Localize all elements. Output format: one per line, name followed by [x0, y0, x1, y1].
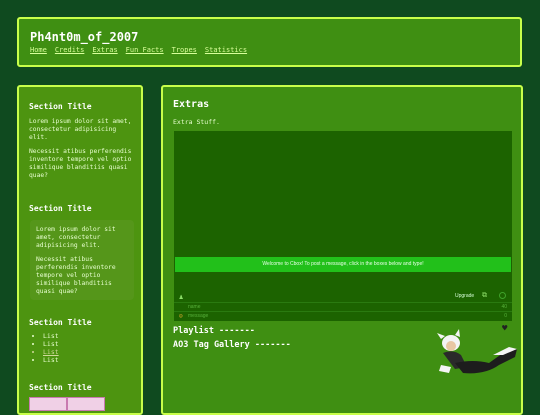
nav-bar: Home Credits Extras Fun Facts Tropes Sta…	[30, 46, 247, 54]
name-char-count: 40	[501, 304, 507, 310]
box-paragraph: Necessit atibus perferendis inventore te…	[36, 256, 116, 295]
person-icon[interactable]: ♟	[179, 293, 183, 301]
message-placeholder: message	[188, 313, 209, 319]
nav-credits[interactable]: Credits	[55, 46, 85, 54]
nav-fun-facts[interactable]: Fun Facts	[126, 46, 164, 54]
status-radio[interactable]	[499, 292, 506, 299]
main-panel: Extras Extra Stuff. Welcome to Cbox! To …	[161, 85, 523, 415]
list-item[interactable]: List	[43, 348, 59, 356]
chat-welcome-banner: Welcome to Cbox! To post a message, clic…	[175, 257, 511, 272]
section-box: Lorem ipsum dolor sit amet, consectetur …	[30, 220, 134, 300]
box-paragraph: Lorem ipsum dolor sit amet, consectetur …	[36, 226, 116, 249]
section-title: Section Title	[29, 102, 92, 111]
list-item[interactable]: List	[43, 356, 59, 364]
page-heading: Extras	[173, 99, 210, 110]
nav-home[interactable]: Home	[30, 46, 47, 54]
section-title: Section Title	[29, 318, 92, 327]
character-illustration	[437, 329, 517, 374]
smiley-icon[interactable]: ☺	[179, 313, 183, 320]
nav-extras[interactable]: Extras	[92, 46, 117, 54]
upgrade-link[interactable]: Upgrade	[455, 293, 474, 299]
stamp-image	[67, 397, 105, 411]
section-list: List List List List	[33, 332, 59, 364]
stamp-image	[29, 397, 67, 411]
chat-box[interactable]: Welcome to Cbox! To post a message, clic…	[174, 131, 512, 321]
section-paragraph: Lorem ipsum dolor sit amet, consectetur …	[29, 118, 132, 141]
page-subtext: Extra Stuff.	[173, 118, 220, 126]
section-title: Section Title	[29, 383, 92, 392]
sidebar: Section Title Lorem ipsum dolor sit amet…	[17, 85, 143, 415]
ao3-gallery-link[interactable]: AO3 Tag Gallery -------	[173, 340, 291, 350]
list-item[interactable]: List	[43, 332, 59, 340]
site-title: Ph4nt0m_of_2007	[30, 30, 139, 44]
external-link-icon[interactable]: ⧉	[482, 291, 487, 300]
playlist-link[interactable]: Playlist -------	[173, 326, 255, 336]
nav-tropes[interactable]: Tropes	[172, 46, 197, 54]
section-title: Section Title	[29, 204, 92, 213]
list-item[interactable]: List	[43, 340, 59, 348]
header-panel: Ph4nt0m_of_2007 Home Credits Extras Fun …	[17, 17, 522, 67]
section-paragraph: Necessit atibus perferendis inventore te…	[29, 148, 132, 179]
message-input[interactable]: ☺ message 0	[174, 311, 512, 321]
message-char-count: 0	[504, 313, 507, 319]
name-placeholder: name	[188, 304, 201, 310]
nav-statistics[interactable]: Statistics	[205, 46, 247, 54]
